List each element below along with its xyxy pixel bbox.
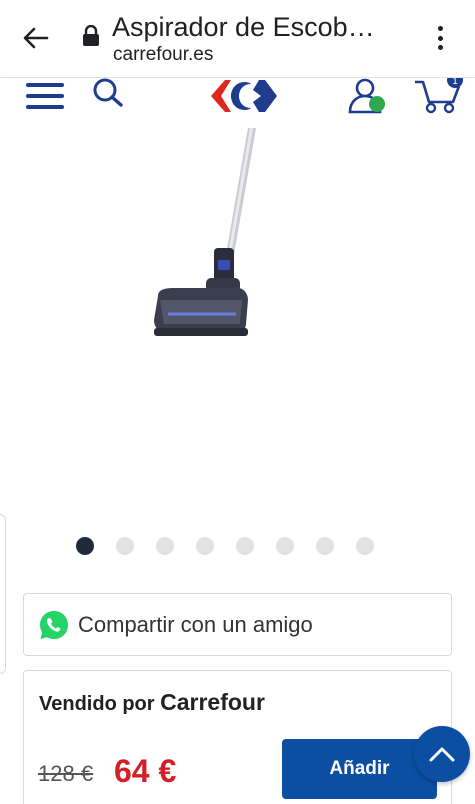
page-url[interactable]: carrefour.es (113, 44, 213, 66)
carrefour-logo[interactable] (209, 78, 281, 114)
share-with-friend-button[interactable]: Compartir con un amigo (23, 593, 452, 656)
scroll-to-top-button[interactable] (414, 726, 470, 782)
seller-offer-card: Vendido por Carrefour 128 € 64 € Añadir (23, 670, 452, 804)
more-options-icon[interactable] (430, 22, 450, 54)
site-header: 1 (0, 72, 475, 128)
pagination-dot[interactable] (156, 537, 174, 555)
pagination-dot[interactable] (196, 537, 214, 555)
cart-count: 1 (452, 78, 458, 87)
seller-name[interactable]: Carrefour (160, 689, 265, 715)
chevron-up-icon (429, 747, 455, 762)
page-title[interactable]: Aspirador de Escob… (112, 12, 412, 43)
pagination-dot[interactable] (116, 537, 134, 555)
search-icon[interactable] (90, 78, 126, 110)
sold-by-text: Vendido por Carrefour (39, 689, 265, 716)
old-price: 128 € (38, 761, 94, 786)
product-image[interactable] (140, 128, 270, 353)
pagination-dot[interactable] (356, 537, 374, 555)
current-price: 64 € (114, 753, 177, 789)
side-panel-tab[interactable] (0, 514, 6, 674)
pagination-dot[interactable] (316, 537, 334, 555)
sold-by-label: Vendido por (39, 693, 155, 715)
pagination-dot[interactable] (276, 537, 294, 555)
browser-address-bar: Aspirador de Escob… carrefour.es (0, 0, 475, 78)
back-arrow-icon[interactable] (20, 22, 52, 54)
pagination-dot[interactable] (76, 537, 94, 555)
whatsapp-icon (40, 610, 68, 639)
gallery-pagination (76, 537, 374, 557)
pagination-dot[interactable] (236, 537, 254, 555)
lock-icon (82, 24, 100, 47)
share-label: Compartir con un amigo (78, 611, 313, 637)
page: Aspirador de Escob… carrefour.es 1 Compa… (0, 0, 475, 804)
cart-icon[interactable]: 1 (413, 72, 465, 114)
product-gallery[interactable] (0, 128, 475, 508)
account-icon[interactable] (347, 78, 389, 114)
menu-icon[interactable] (26, 83, 66, 109)
